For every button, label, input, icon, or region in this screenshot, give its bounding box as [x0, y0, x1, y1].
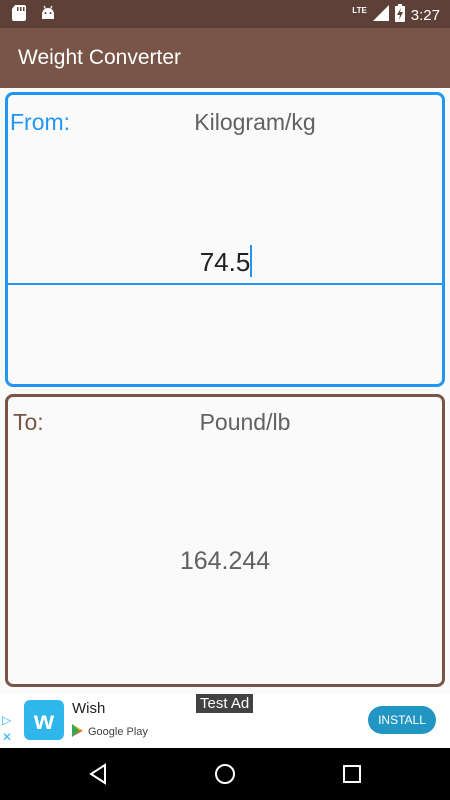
- adchoices-icon[interactable]: ▷ ✕: [2, 712, 12, 746]
- ad-app-name: Wish: [72, 700, 106, 717]
- google-play-label: Google Play: [88, 726, 148, 738]
- back-icon[interactable]: [86, 762, 110, 786]
- from-unit-selector[interactable]: Kilogram/kg: [8, 109, 442, 136]
- google-play-badge: Google Play: [72, 724, 148, 740]
- weight-input[interactable]: [8, 241, 442, 285]
- to-unit-selector[interactable]: Pound/lb: [8, 409, 442, 436]
- navigation-bar: [0, 748, 450, 800]
- home-icon[interactable]: [213, 762, 237, 786]
- wish-logo: w: [24, 700, 64, 740]
- battery-charging-icon: [394, 4, 405, 26]
- android-icon: [40, 5, 56, 26]
- text-cursor: [250, 245, 252, 277]
- status-bar: LTE 3:27: [0, 0, 450, 28]
- ad-banner[interactable]: ▷ ✕ w Wish Google Play Test Ad INSTALL: [0, 694, 450, 748]
- clock: 3:27: [410, 6, 440, 24]
- network-type: LTE: [352, 5, 367, 15]
- signal-icon: [372, 5, 389, 25]
- app-bar: Weight Converter: [0, 28, 450, 88]
- page-title: Weight Converter: [18, 46, 182, 69]
- converter-content: From: Kilogram/kg To: Pound/lb 164.244: [0, 88, 450, 694]
- to-card: To: Pound/lb 164.244: [5, 394, 445, 687]
- sd-card-icon: [12, 5, 26, 26]
- install-button[interactable]: INSTALL: [368, 706, 436, 734]
- test-ad-badge: Test Ad: [196, 694, 254, 713]
- google-play-icon: [72, 724, 84, 740]
- from-card: From: Kilogram/kg: [5, 92, 445, 387]
- recents-icon[interactable]: [340, 762, 364, 786]
- converted-value: 164.244: [179, 547, 271, 575]
